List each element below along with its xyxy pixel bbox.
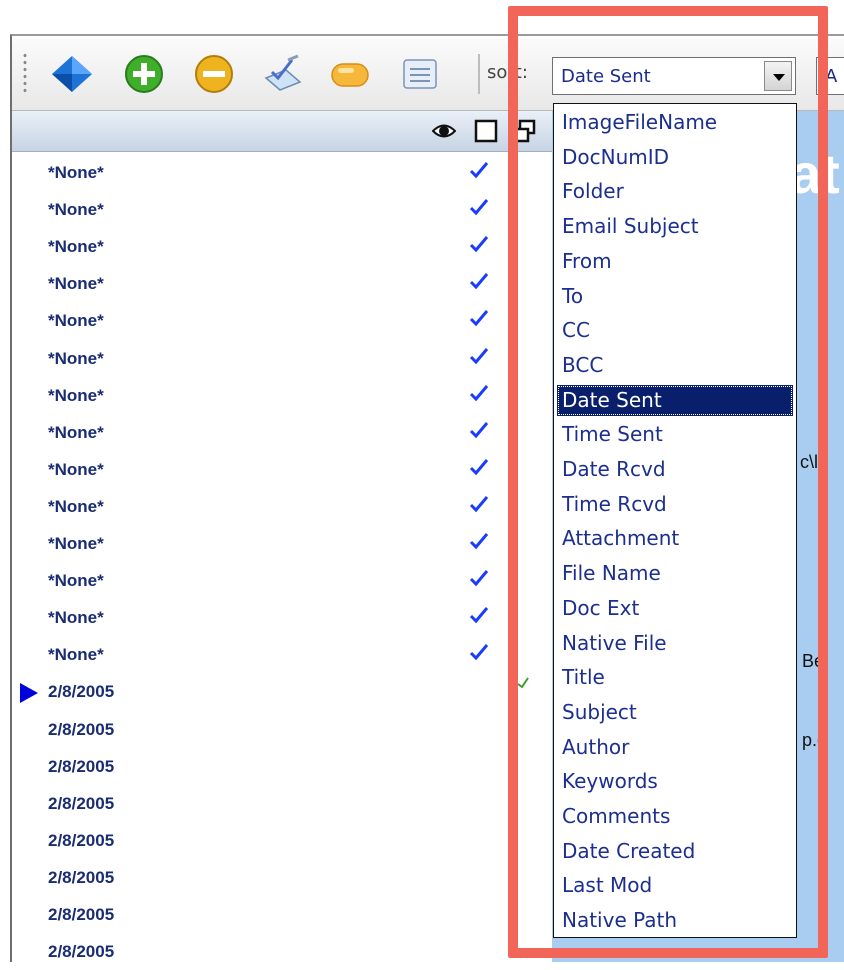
row-label: 2/8/2005 [48,756,115,776]
list-row[interactable]: *None* [12,228,552,265]
row-label: *None* [48,496,104,516]
row-label: *None* [48,571,104,591]
list-header [12,111,552,152]
row-label: *None* [48,422,104,442]
row-label: *None* [48,274,104,294]
row-label: *None* [48,385,104,405]
row-label: 2/8/2005 [48,719,115,739]
row-label: *None* [48,534,104,553]
checkmark-icon[interactable] [468,605,490,625]
row-label: *None* [48,459,104,479]
row-label: 2/8/2005 [48,830,115,850]
list-row[interactable]: 2/8/2005 [12,822,552,859]
row-label: 2/8/2005 [48,867,115,887]
list-row[interactable]: 2/8/2005 [12,896,552,933]
checkmark-icon[interactable] [468,346,490,366]
list-panel-icon[interactable] [398,52,442,96]
checkmark-icon[interactable] [468,494,490,514]
checkmark-icon[interactable] [468,308,490,328]
checkmark-icon[interactable] [468,420,490,440]
list-row[interactable]: *None* [12,488,552,525]
checkmark-icon[interactable] [468,197,490,217]
highlight-box [508,6,828,958]
checkmark-icon[interactable] [468,383,490,403]
document-list: *None* *None* *None* *None* *None* *None* *Non… [12,152,552,962]
list-row[interactable]: *None* [12,562,552,599]
row-label: *None* [48,163,104,182]
list-row[interactable]: *None* [12,265,552,302]
checkmark-icon[interactable] [468,531,490,551]
tag-diamond-icon[interactable] [50,52,94,96]
list-row[interactable]: *None* [12,451,552,488]
row-label: *None* [48,348,104,368]
list-row[interactable]: 2/8/2005 [12,748,552,785]
row-label: *None* [48,237,104,257]
checkmark-icon[interactable] [468,271,490,291]
row-label: *None* [48,645,104,665]
row-label: *None* [48,200,104,220]
toolbar-grip[interactable] [22,52,28,96]
checkmark-icon[interactable] [468,642,490,662]
list-row[interactable]: 2/8/2005 [12,711,552,748]
list-row[interactable]: 2/8/2005 [12,933,552,970]
list-row[interactable]: *None* [12,525,552,562]
row-label: 2/8/2005 [48,905,115,924]
row-label: 2/8/2005 [48,682,115,702]
edit-check-icon[interactable] [260,52,304,96]
row-label: *None* [48,311,104,331]
row-label: 2/8/2005 [48,793,115,813]
current-row-marker-icon [20,683,38,704]
list-row[interactable]: 2/8/2005 [12,859,552,896]
checkmark-icon[interactable] [468,457,490,477]
list-row[interactable]: *None* [12,414,552,451]
list-row[interactable]: *None* [12,636,552,673]
list-row[interactable]: *None* [12,377,552,414]
list-row[interactable]: 2/8/2005 [12,673,552,710]
list-row[interactable]: *None* [12,599,552,636]
row-label: 2/8/2005 [48,942,115,962]
list-row[interactable]: 2/8/2005 [12,785,552,822]
list-row[interactable]: *None* [12,154,552,191]
list-row[interactable]: *None* [12,191,552,228]
checkmark-icon[interactable] [468,234,490,254]
eye-icon[interactable] [431,119,457,143]
label-tag-icon[interactable] [328,52,372,96]
add-icon[interactable] [122,52,166,96]
square-icon[interactable] [474,119,498,143]
list-row[interactable]: *None* [12,340,552,377]
remove-icon[interactable] [192,52,236,96]
toolbar-separator [478,54,480,94]
checkmark-icon[interactable] [468,568,490,588]
list-row[interactable]: *None* [12,302,552,339]
row-label: *None* [48,608,104,628]
checkmark-icon[interactable] [468,160,490,180]
